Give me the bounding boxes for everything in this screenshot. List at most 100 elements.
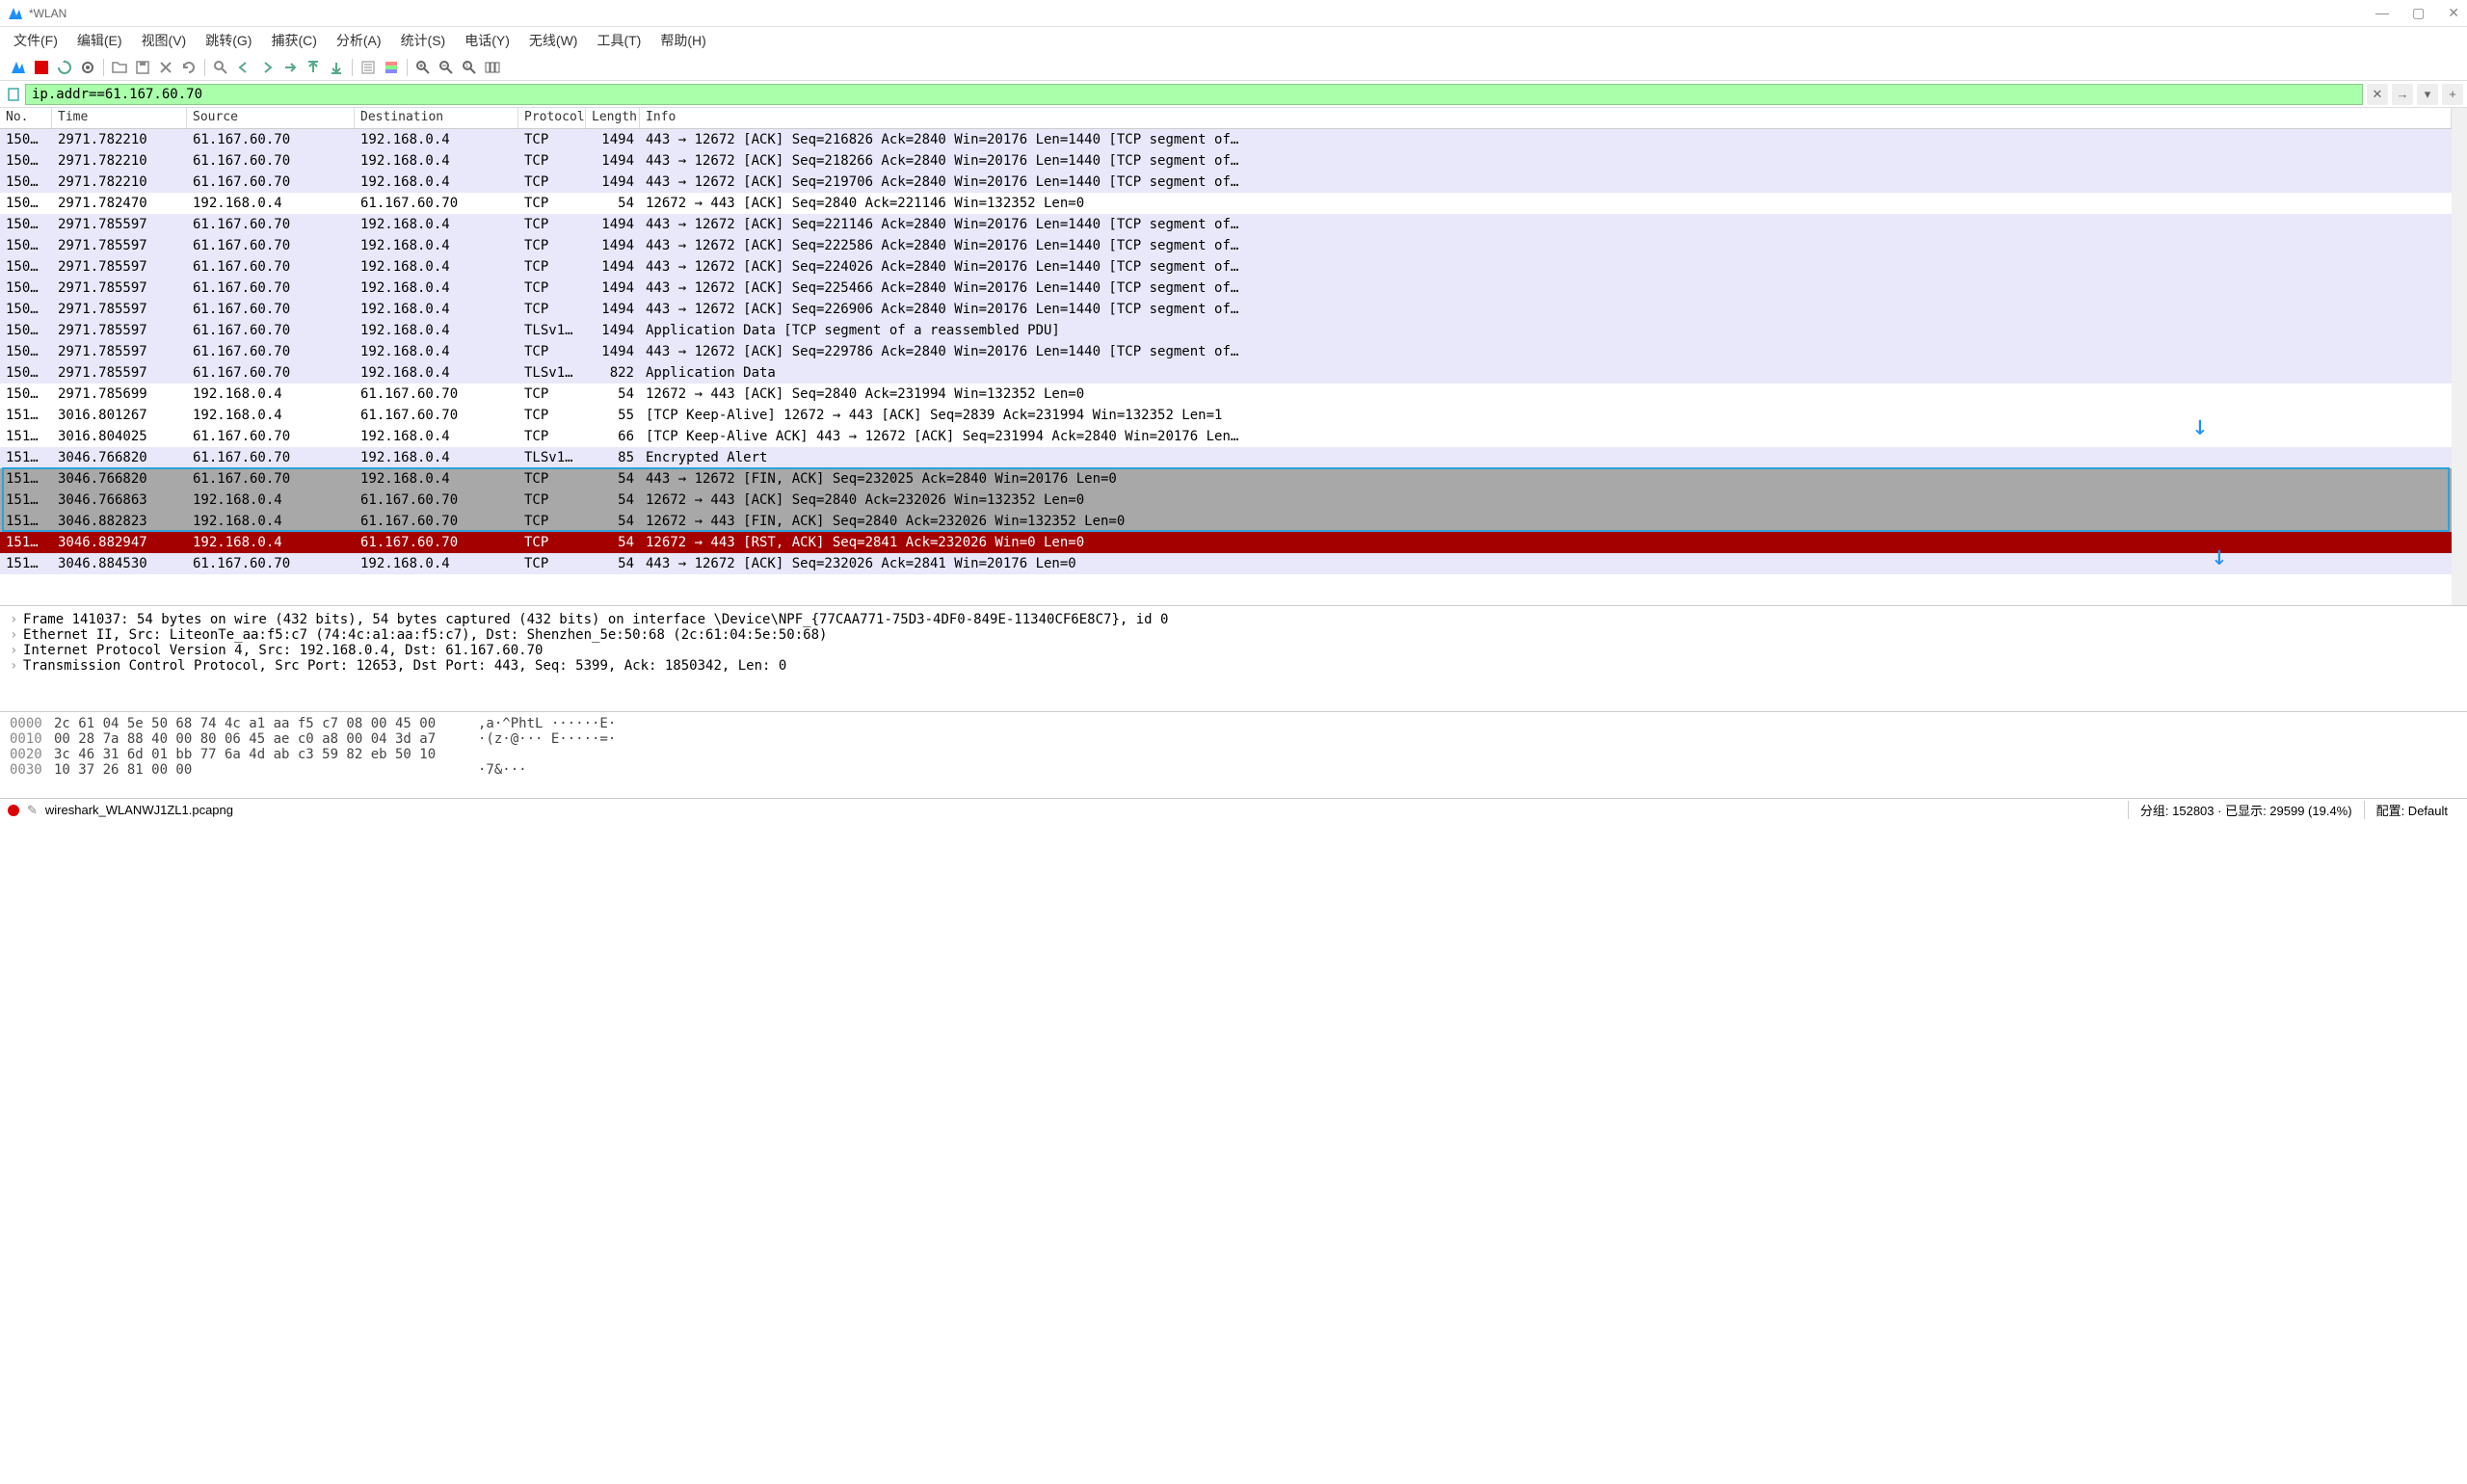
close-file-button[interactable] bbox=[155, 57, 176, 78]
detail-frame[interactable]: Frame 141037: 54 bytes on wire (432 bits… bbox=[23, 612, 1168, 627]
reload-button[interactable] bbox=[178, 57, 199, 78]
minimize-button[interactable]: — bbox=[2375, 5, 2389, 21]
expand-icon[interactable]: › bbox=[10, 643, 23, 658]
status-bar: ✎ wireshark_WLANWJ1ZL1.pcapng 分组: 152803… bbox=[0, 798, 2467, 821]
column-source[interactable]: Source bbox=[187, 108, 355, 128]
menu-analyze[interactable]: 分析(A) bbox=[331, 29, 387, 52]
separator bbox=[352, 59, 353, 76]
packet-row[interactable]: 1508…2971.782470192.168.0.461.167.60.70T… bbox=[0, 193, 2452, 214]
display-filter-input[interactable] bbox=[25, 84, 2363, 105]
app-logo-icon bbox=[8, 6, 23, 21]
menu-wireless[interactable]: 无线(W) bbox=[523, 29, 584, 52]
resize-columns-button[interactable] bbox=[482, 57, 503, 78]
packet-row[interactable]: 1508…2971.78221061.167.60.70192.168.0.4T… bbox=[0, 129, 2452, 150]
packet-row[interactable]: 1514…3016.80402561.167.60.70192.168.0.4T… bbox=[0, 426, 2452, 447]
separator bbox=[103, 59, 104, 76]
hex-row[interactable]: 00203c 46 31 6d 01 bb 77 6a 4d ab c3 59 … bbox=[10, 747, 2457, 762]
status-profile[interactable]: 配置: Default bbox=[2364, 801, 2459, 819]
restart-capture-button[interactable] bbox=[54, 57, 75, 78]
window-title: *WLAN bbox=[29, 7, 2375, 20]
packet-row[interactable]: 1517…3046.76682061.167.60.70192.168.0.4T… bbox=[0, 468, 2452, 490]
expert-info-button[interactable] bbox=[8, 805, 19, 816]
column-length[interactable]: Length bbox=[586, 108, 640, 128]
maximize-button[interactable]: ▢ bbox=[2412, 5, 2425, 21]
packet-row[interactable]: 1517…3046.766863192.168.0.461.167.60.70T… bbox=[0, 490, 2452, 511]
separator bbox=[407, 59, 408, 76]
hex-row[interactable]: 00002c 61 04 5e 50 68 74 4c a1 aa f5 c7 … bbox=[10, 716, 2457, 731]
detail-ethernet[interactable]: Ethernet II, Src: LiteonTe_aa:f5:c7 (74:… bbox=[23, 627, 827, 643]
packet-row[interactable]: 1508…2971.78559761.167.60.70192.168.0.4T… bbox=[0, 278, 2452, 299]
menu-capture[interactable]: 捕获(C) bbox=[265, 29, 322, 52]
column-destination[interactable]: Destination bbox=[355, 108, 518, 128]
zoom-out-button[interactable] bbox=[436, 57, 457, 78]
column-no[interactable]: No. bbox=[0, 108, 52, 128]
detail-tcp[interactable]: Transmission Control Protocol, Src Port:… bbox=[23, 658, 786, 674]
autoscroll-button[interactable] bbox=[358, 57, 379, 78]
menu-tools[interactable]: 工具(T) bbox=[591, 29, 647, 52]
menu-statistics[interactable]: 统计(S) bbox=[395, 29, 452, 52]
packet-row[interactable]: 1514…3016.801267192.168.0.461.167.60.70T… bbox=[0, 405, 2452, 426]
save-file-button[interactable] bbox=[132, 57, 153, 78]
packet-row[interactable]: 1517…3046.88453061.167.60.70192.168.0.4T… bbox=[0, 553, 2452, 574]
packet-scrollbar[interactable] bbox=[2452, 108, 2467, 605]
detail-ip[interactable]: Internet Protocol Version 4, Src: 192.16… bbox=[23, 643, 543, 658]
hex-row[interactable]: 003010 37 26 81 00 00·7&··· bbox=[10, 762, 2457, 778]
zoom-in-button[interactable] bbox=[412, 57, 434, 78]
column-info[interactable]: Info bbox=[640, 108, 2452, 128]
packet-row[interactable]: 1517…3046.882947192.168.0.461.167.60.70T… bbox=[0, 532, 2452, 553]
goto-last-button[interactable] bbox=[326, 57, 347, 78]
title-bar: *WLAN — ▢ ✕ bbox=[0, 0, 2467, 27]
packet-row[interactable]: 1517…3046.882823192.168.0.461.167.60.70T… bbox=[0, 511, 2452, 532]
packet-row[interactable]: 1508…2971.78559761.167.60.70192.168.0.4T… bbox=[0, 235, 2452, 256]
packet-row[interactable]: 1508…2971.78559761.167.60.70192.168.0.4T… bbox=[0, 341, 2452, 362]
packet-row[interactable]: 1508…2971.78221061.167.60.70192.168.0.4T… bbox=[0, 150, 2452, 172]
column-time[interactable]: Time bbox=[52, 108, 187, 128]
menu-help[interactable]: 帮助(H) bbox=[654, 29, 711, 52]
packet-row[interactable]: 1508…2971.78559761.167.60.70192.168.0.4T… bbox=[0, 214, 2452, 235]
packet-list[interactable]: ↘ ↘ 1508…2971.78221061.167.60.70192.168.… bbox=[0, 129, 2452, 605]
packet-details-pane[interactable]: ›Frame 141037: 54 bytes on wire (432 bit… bbox=[0, 605, 2467, 711]
clear-filter-button[interactable]: ✕ bbox=[2367, 84, 2388, 105]
stop-capture-button[interactable] bbox=[31, 57, 52, 78]
toolbar: 1 bbox=[0, 54, 2467, 81]
packet-row[interactable]: 1508…2971.78559761.167.60.70192.168.0.4T… bbox=[0, 256, 2452, 278]
menu-goto[interactable]: 跳转(G) bbox=[199, 29, 257, 52]
packet-row[interactable]: 1508…2971.78559761.167.60.70192.168.0.4T… bbox=[0, 362, 2452, 384]
packet-list-header: No. Time Source Destination Protocol Len… bbox=[0, 108, 2452, 129]
expand-icon[interactable]: › bbox=[10, 612, 23, 627]
zoom-reset-button[interactable]: 1 bbox=[459, 57, 480, 78]
open-file-button[interactable] bbox=[109, 57, 130, 78]
hex-row[interactable]: 001000 28 7a 88 40 00 80 06 45 ae c0 a8 … bbox=[10, 731, 2457, 747]
separator bbox=[204, 59, 205, 76]
menu-file[interactable]: 文件(F) bbox=[8, 29, 64, 52]
packet-row[interactable]: 1508…2971.785699192.168.0.461.167.60.70T… bbox=[0, 384, 2452, 405]
capture-options-button[interactable] bbox=[77, 57, 98, 78]
edit-capture-comment-icon[interactable]: ✎ bbox=[27, 803, 38, 818]
packet-row[interactable]: 1508…2971.78221061.167.60.70192.168.0.4T… bbox=[0, 172, 2452, 193]
expand-icon[interactable]: › bbox=[10, 658, 23, 674]
menu-edit[interactable]: 编辑(E) bbox=[71, 29, 128, 52]
packet-row[interactable]: 1517…3046.76682061.167.60.70192.168.0.4T… bbox=[0, 447, 2452, 468]
menu-telephony[interactable]: 电话(Y) bbox=[459, 29, 516, 52]
packet-row[interactable]: 1508…2971.78559761.167.60.70192.168.0.4T… bbox=[0, 299, 2452, 320]
packet-row[interactable]: 1508…2971.78559761.167.60.70192.168.0.4T… bbox=[0, 320, 2452, 341]
go-back-button[interactable] bbox=[233, 57, 254, 78]
go-forward-button[interactable] bbox=[256, 57, 278, 78]
status-file: wireshark_WLANWJ1ZL1.pcapng bbox=[45, 803, 233, 817]
start-capture-button[interactable] bbox=[8, 57, 29, 78]
apply-filter-button[interactable]: → bbox=[2392, 84, 2413, 105]
add-filter-button[interactable]: + bbox=[2442, 84, 2463, 105]
goto-first-button[interactable] bbox=[303, 57, 324, 78]
close-button[interactable]: ✕ bbox=[2448, 5, 2459, 21]
find-packet-button[interactable] bbox=[210, 57, 231, 78]
colorize-button[interactable] bbox=[381, 57, 402, 78]
filter-bookmark-icon[interactable] bbox=[4, 85, 23, 104]
menu-bar: 文件(F) 编辑(E) 视图(V) 跳转(G) 捕获(C) 分析(A) 统计(S… bbox=[0, 27, 2467, 54]
filter-history-dropdown[interactable]: ▾ bbox=[2417, 84, 2438, 105]
expand-icon[interactable]: › bbox=[10, 627, 23, 643]
display-filter-bar: ✕ → ▾ + bbox=[0, 81, 2467, 108]
packet-bytes-pane[interactable]: 00002c 61 04 5e 50 68 74 4c a1 aa f5 c7 … bbox=[0, 711, 2467, 798]
column-protocol[interactable]: Protocol bbox=[518, 108, 586, 128]
goto-packet-button[interactable] bbox=[279, 57, 301, 78]
menu-view[interactable]: 视图(V) bbox=[136, 29, 193, 52]
